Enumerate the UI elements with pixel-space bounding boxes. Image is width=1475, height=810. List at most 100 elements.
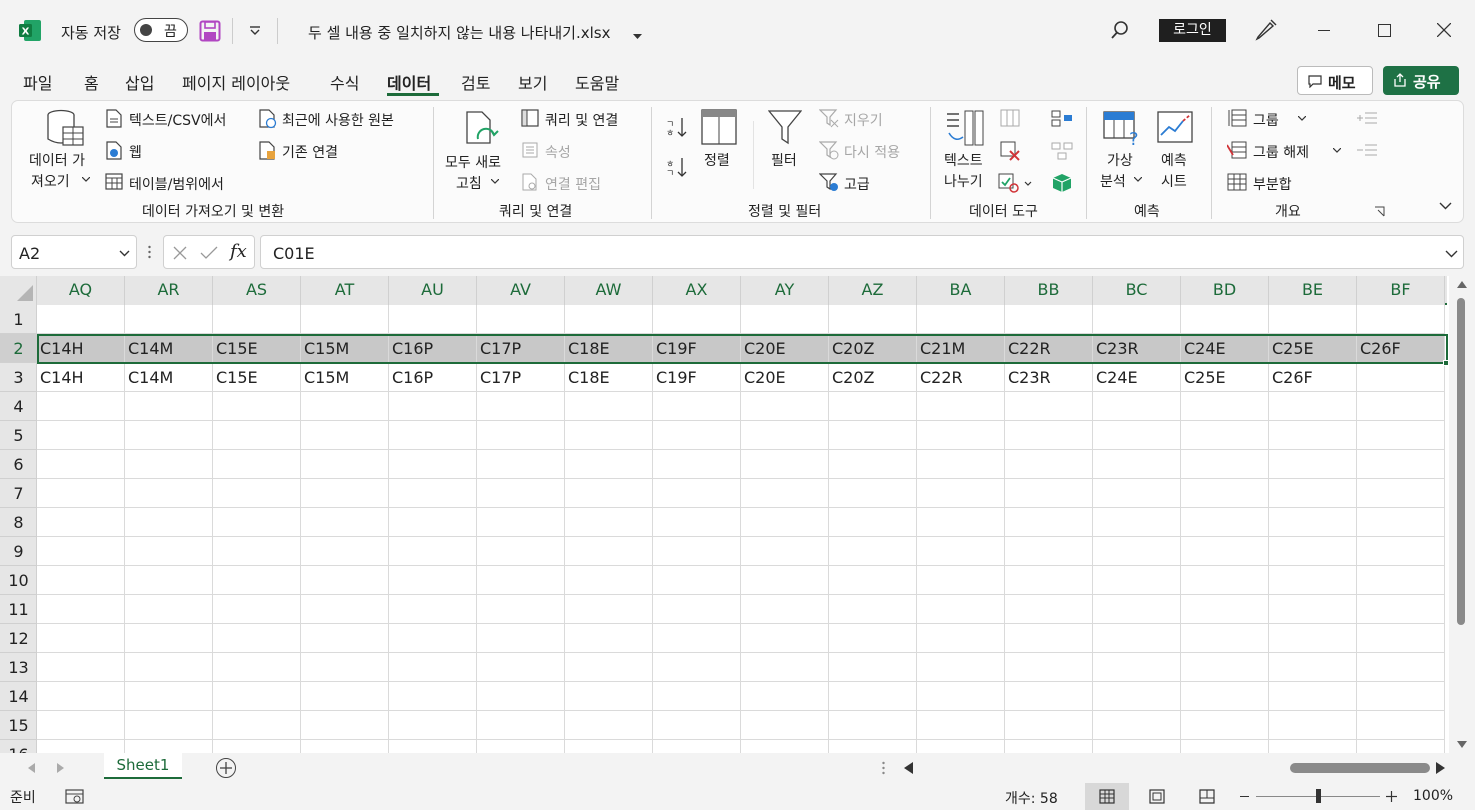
cell[interactable]: C18E bbox=[565, 334, 653, 363]
cell[interactable] bbox=[389, 450, 477, 479]
tab-review[interactable]: 검토 bbox=[461, 70, 490, 94]
cell[interactable] bbox=[917, 450, 1005, 479]
cell[interactable] bbox=[829, 624, 917, 653]
cell[interactable] bbox=[125, 421, 213, 450]
cell[interactable] bbox=[477, 508, 565, 537]
cell[interactable] bbox=[741, 479, 829, 508]
cell[interactable] bbox=[1269, 305, 1357, 334]
column-header-ar[interactable]: AR bbox=[125, 276, 213, 305]
cell[interactable] bbox=[917, 682, 1005, 711]
cell[interactable] bbox=[1357, 421, 1445, 450]
cell[interactable] bbox=[213, 682, 301, 711]
cell[interactable] bbox=[1357, 479, 1445, 508]
cell[interactable]: C24E bbox=[1181, 334, 1269, 363]
cell[interactable] bbox=[125, 653, 213, 682]
row-header-4[interactable]: 4 bbox=[0, 392, 37, 421]
show-detail-icon[interactable] bbox=[1357, 111, 1377, 125]
cell[interactable] bbox=[1093, 653, 1181, 682]
status-count[interactable]: 개수: 58 bbox=[1005, 788, 1058, 808]
cell[interactable] bbox=[829, 508, 917, 537]
cell[interactable]: C23R bbox=[1093, 334, 1181, 363]
minimize-icon[interactable] bbox=[1318, 30, 1330, 31]
cell[interactable]: C17P bbox=[477, 334, 565, 363]
cell[interactable] bbox=[389, 682, 477, 711]
cell[interactable]: C19F bbox=[653, 334, 741, 363]
zoom-level[interactable]: 100% bbox=[1413, 788, 1453, 804]
scroll-left-icon[interactable] bbox=[904, 762, 913, 774]
cell[interactable] bbox=[565, 421, 653, 450]
cell[interactable] bbox=[1357, 508, 1445, 537]
cell[interactable] bbox=[1005, 566, 1093, 595]
cell[interactable] bbox=[125, 682, 213, 711]
cell[interactable] bbox=[389, 305, 477, 334]
normal-view-button[interactable] bbox=[1085, 783, 1129, 810]
cell[interactable] bbox=[1093, 566, 1181, 595]
what-if-icon[interactable]: ? bbox=[1103, 109, 1143, 147]
tab-view[interactable]: 보기 bbox=[518, 70, 547, 94]
cell[interactable] bbox=[213, 479, 301, 508]
cell[interactable]: C25E bbox=[1181, 363, 1269, 392]
tab-page-layout[interactable]: 페이지 레이아웃 bbox=[182, 70, 290, 94]
cell[interactable]: C18E bbox=[565, 363, 653, 392]
cell[interactable] bbox=[1357, 682, 1445, 711]
sheet-tab-sheet1[interactable]: Sheet1 bbox=[104, 753, 182, 779]
sort-button[interactable]: 정렬 bbox=[704, 150, 730, 170]
cell[interactable] bbox=[37, 508, 125, 537]
cell[interactable] bbox=[741, 566, 829, 595]
zoom-slider-thumb[interactable] bbox=[1316, 789, 1321, 803]
cell[interactable] bbox=[653, 624, 741, 653]
cell[interactable] bbox=[477, 450, 565, 479]
cell[interactable] bbox=[741, 305, 829, 334]
row-header-9[interactable]: 9 bbox=[0, 537, 37, 566]
filter-icon[interactable] bbox=[768, 109, 802, 145]
cell[interactable] bbox=[1005, 479, 1093, 508]
reapply-button[interactable]: 다시 적용 bbox=[844, 142, 900, 162]
edit-links-button[interactable]: 연결 편집 bbox=[545, 174, 601, 194]
column-header-aq[interactable]: AQ bbox=[37, 276, 125, 305]
cell[interactable] bbox=[477, 537, 565, 566]
column-header-aw[interactable]: AW bbox=[565, 276, 653, 305]
row-header-6[interactable]: 6 bbox=[0, 450, 37, 479]
cell[interactable]: C14H bbox=[37, 363, 125, 392]
row-header-10[interactable]: 10 bbox=[0, 566, 37, 595]
cell[interactable] bbox=[125, 305, 213, 334]
cell[interactable] bbox=[389, 537, 477, 566]
cell[interactable] bbox=[1093, 479, 1181, 508]
cell[interactable] bbox=[389, 421, 477, 450]
get-data-label2[interactable]: 져오기 bbox=[31, 171, 70, 191]
cell[interactable] bbox=[389, 653, 477, 682]
cell[interactable] bbox=[213, 566, 301, 595]
cell[interactable]: C21M bbox=[917, 334, 1005, 363]
cell[interactable] bbox=[565, 711, 653, 740]
cell[interactable]: C15E bbox=[213, 334, 301, 363]
cell[interactable] bbox=[1269, 508, 1357, 537]
cell[interactable] bbox=[37, 479, 125, 508]
cell[interactable] bbox=[829, 421, 917, 450]
cell[interactable] bbox=[829, 566, 917, 595]
cell[interactable] bbox=[917, 711, 1005, 740]
cell[interactable] bbox=[653, 595, 741, 624]
cell[interactable] bbox=[213, 711, 301, 740]
cell[interactable] bbox=[37, 682, 125, 711]
cell[interactable] bbox=[1357, 363, 1445, 392]
cell[interactable] bbox=[213, 624, 301, 653]
cell[interactable] bbox=[1005, 624, 1093, 653]
row-header-15[interactable]: 15 bbox=[0, 711, 37, 740]
what-if-button[interactable]: 가상 bbox=[1107, 150, 1133, 170]
cell[interactable] bbox=[389, 479, 477, 508]
cell[interactable] bbox=[1093, 682, 1181, 711]
cell[interactable] bbox=[301, 450, 389, 479]
document-title[interactable]: 두 셀 내용 중 일치하지 않는 내용 나타내기.xlsx bbox=[308, 22, 610, 43]
cell[interactable]: C20E bbox=[741, 363, 829, 392]
add-sheet-button[interactable] bbox=[216, 758, 236, 778]
row-header-13[interactable]: 13 bbox=[0, 653, 37, 682]
horizontal-scroll-thumb[interactable] bbox=[1290, 763, 1430, 773]
cell[interactable] bbox=[213, 537, 301, 566]
cell[interactable] bbox=[653, 479, 741, 508]
customize-qat-icon[interactable] bbox=[248, 24, 262, 38]
cell[interactable] bbox=[1005, 653, 1093, 682]
cell[interactable] bbox=[301, 392, 389, 421]
insert-function-button[interactable]: fx bbox=[230, 241, 247, 262]
cell[interactable] bbox=[301, 508, 389, 537]
enter-icon[interactable] bbox=[200, 246, 218, 260]
